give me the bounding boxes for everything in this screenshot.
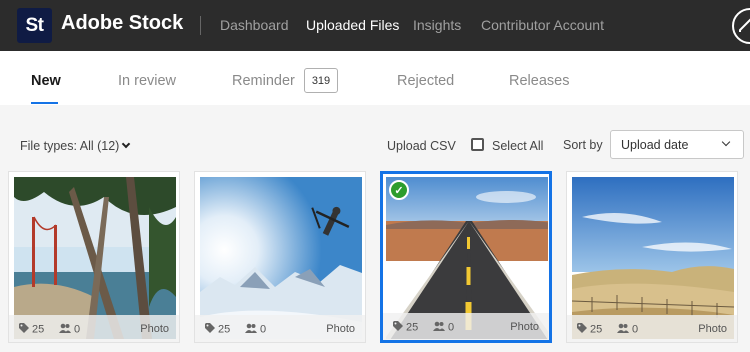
people-count-value: 0	[632, 323, 639, 336]
brand-name: Adobe Stock	[61, 12, 184, 34]
keyword-count: 25	[19, 323, 44, 336]
top-nav-bar: St Adobe Stock Dashboard Uploaded Files …	[0, 0, 750, 51]
keyword-count: 25	[577, 323, 602, 336]
asset-meta-bar: 25 0 Photo	[195, 315, 365, 342]
tab-releases[interactable]: Releases	[509, 73, 569, 89]
people-count-value: 0	[260, 323, 267, 336]
chevron-down-icon	[721, 137, 731, 147]
selected-check-icon[interactable]: ✓	[389, 180, 409, 200]
people-count: 0	[245, 323, 266, 336]
tab-new[interactable]: New	[31, 73, 61, 89]
active-tab-indicator	[31, 102, 58, 104]
people-count: 0	[617, 323, 638, 336]
asset-type: Photo	[326, 323, 355, 335]
people-count-value: 0	[448, 321, 455, 334]
sort-dropdown[interactable]: Upload date	[610, 130, 744, 159]
nav-contributor-account[interactable]: Contributor Account	[481, 17, 604, 33]
tag-icon	[393, 321, 403, 334]
keyword-count: 25	[205, 323, 230, 336]
sort-value: Upload date	[621, 138, 689, 152]
nav-dashboard[interactable]: Dashboard	[220, 17, 289, 33]
asset-card[interactable]: 25 0 Photo	[566, 171, 738, 343]
keyword-count-value: 25	[218, 323, 231, 336]
keyword-count-value: 25	[406, 321, 419, 334]
file-types-filter[interactable]: File types: All (12)	[20, 139, 131, 153]
select-all-label[interactable]: Select All	[492, 139, 543, 153]
tab-reminder[interactable]: Reminder	[232, 73, 295, 89]
asset-card[interactable]: 25 0 Photo	[194, 171, 366, 343]
keyword-count: 25	[393, 321, 418, 334]
tab-in-review[interactable]: In review	[118, 73, 176, 89]
asset-meta-bar: 25 0 Photo	[383, 313, 549, 340]
people-count: 0	[59, 323, 80, 336]
status-tabs	[0, 51, 750, 105]
asset-meta-bar: 25 0 Photo	[9, 315, 179, 342]
sort-by-label: Sort by	[563, 138, 603, 152]
adobe-stock-logo[interactable]: St	[17, 8, 52, 43]
file-types-label: File types: All (12)	[20, 139, 120, 153]
asset-type: Photo	[510, 321, 539, 333]
people-count-value: 0	[74, 323, 81, 336]
tag-icon	[19, 323, 29, 336]
people-icon	[617, 323, 629, 336]
keyword-count-value: 25	[590, 323, 603, 336]
asset-type: Photo	[698, 323, 727, 335]
people-icon	[59, 323, 71, 336]
logo-text: St	[25, 14, 45, 36]
user-avatar-icon[interactable]	[732, 8, 750, 44]
keyword-count-value: 25	[32, 323, 45, 336]
asset-type: Photo	[140, 323, 169, 335]
nav-divider	[200, 16, 201, 35]
people-count: 0	[433, 321, 454, 334]
reminder-count-badge: 319	[304, 68, 338, 93]
asset-card-selected[interactable]: ✓ 25 0 Photo	[380, 171, 552, 343]
tag-icon	[205, 323, 215, 336]
tab-rejected[interactable]: Rejected	[397, 73, 454, 89]
people-icon	[433, 321, 445, 334]
nav-uploaded-files[interactable]: Uploaded Files	[306, 17, 399, 33]
select-all-checkbox[interactable]	[471, 138, 484, 151]
tag-icon	[577, 323, 587, 336]
people-icon	[245, 323, 257, 336]
nav-insights[interactable]: Insights	[413, 17, 461, 33]
asset-meta-bar: 25 0 Photo	[567, 315, 737, 342]
upload-csv-button[interactable]: Upload CSV	[387, 139, 456, 153]
asset-card[interactable]: 25 0 Photo	[8, 171, 180, 343]
chevron-down-icon	[122, 139, 131, 149]
